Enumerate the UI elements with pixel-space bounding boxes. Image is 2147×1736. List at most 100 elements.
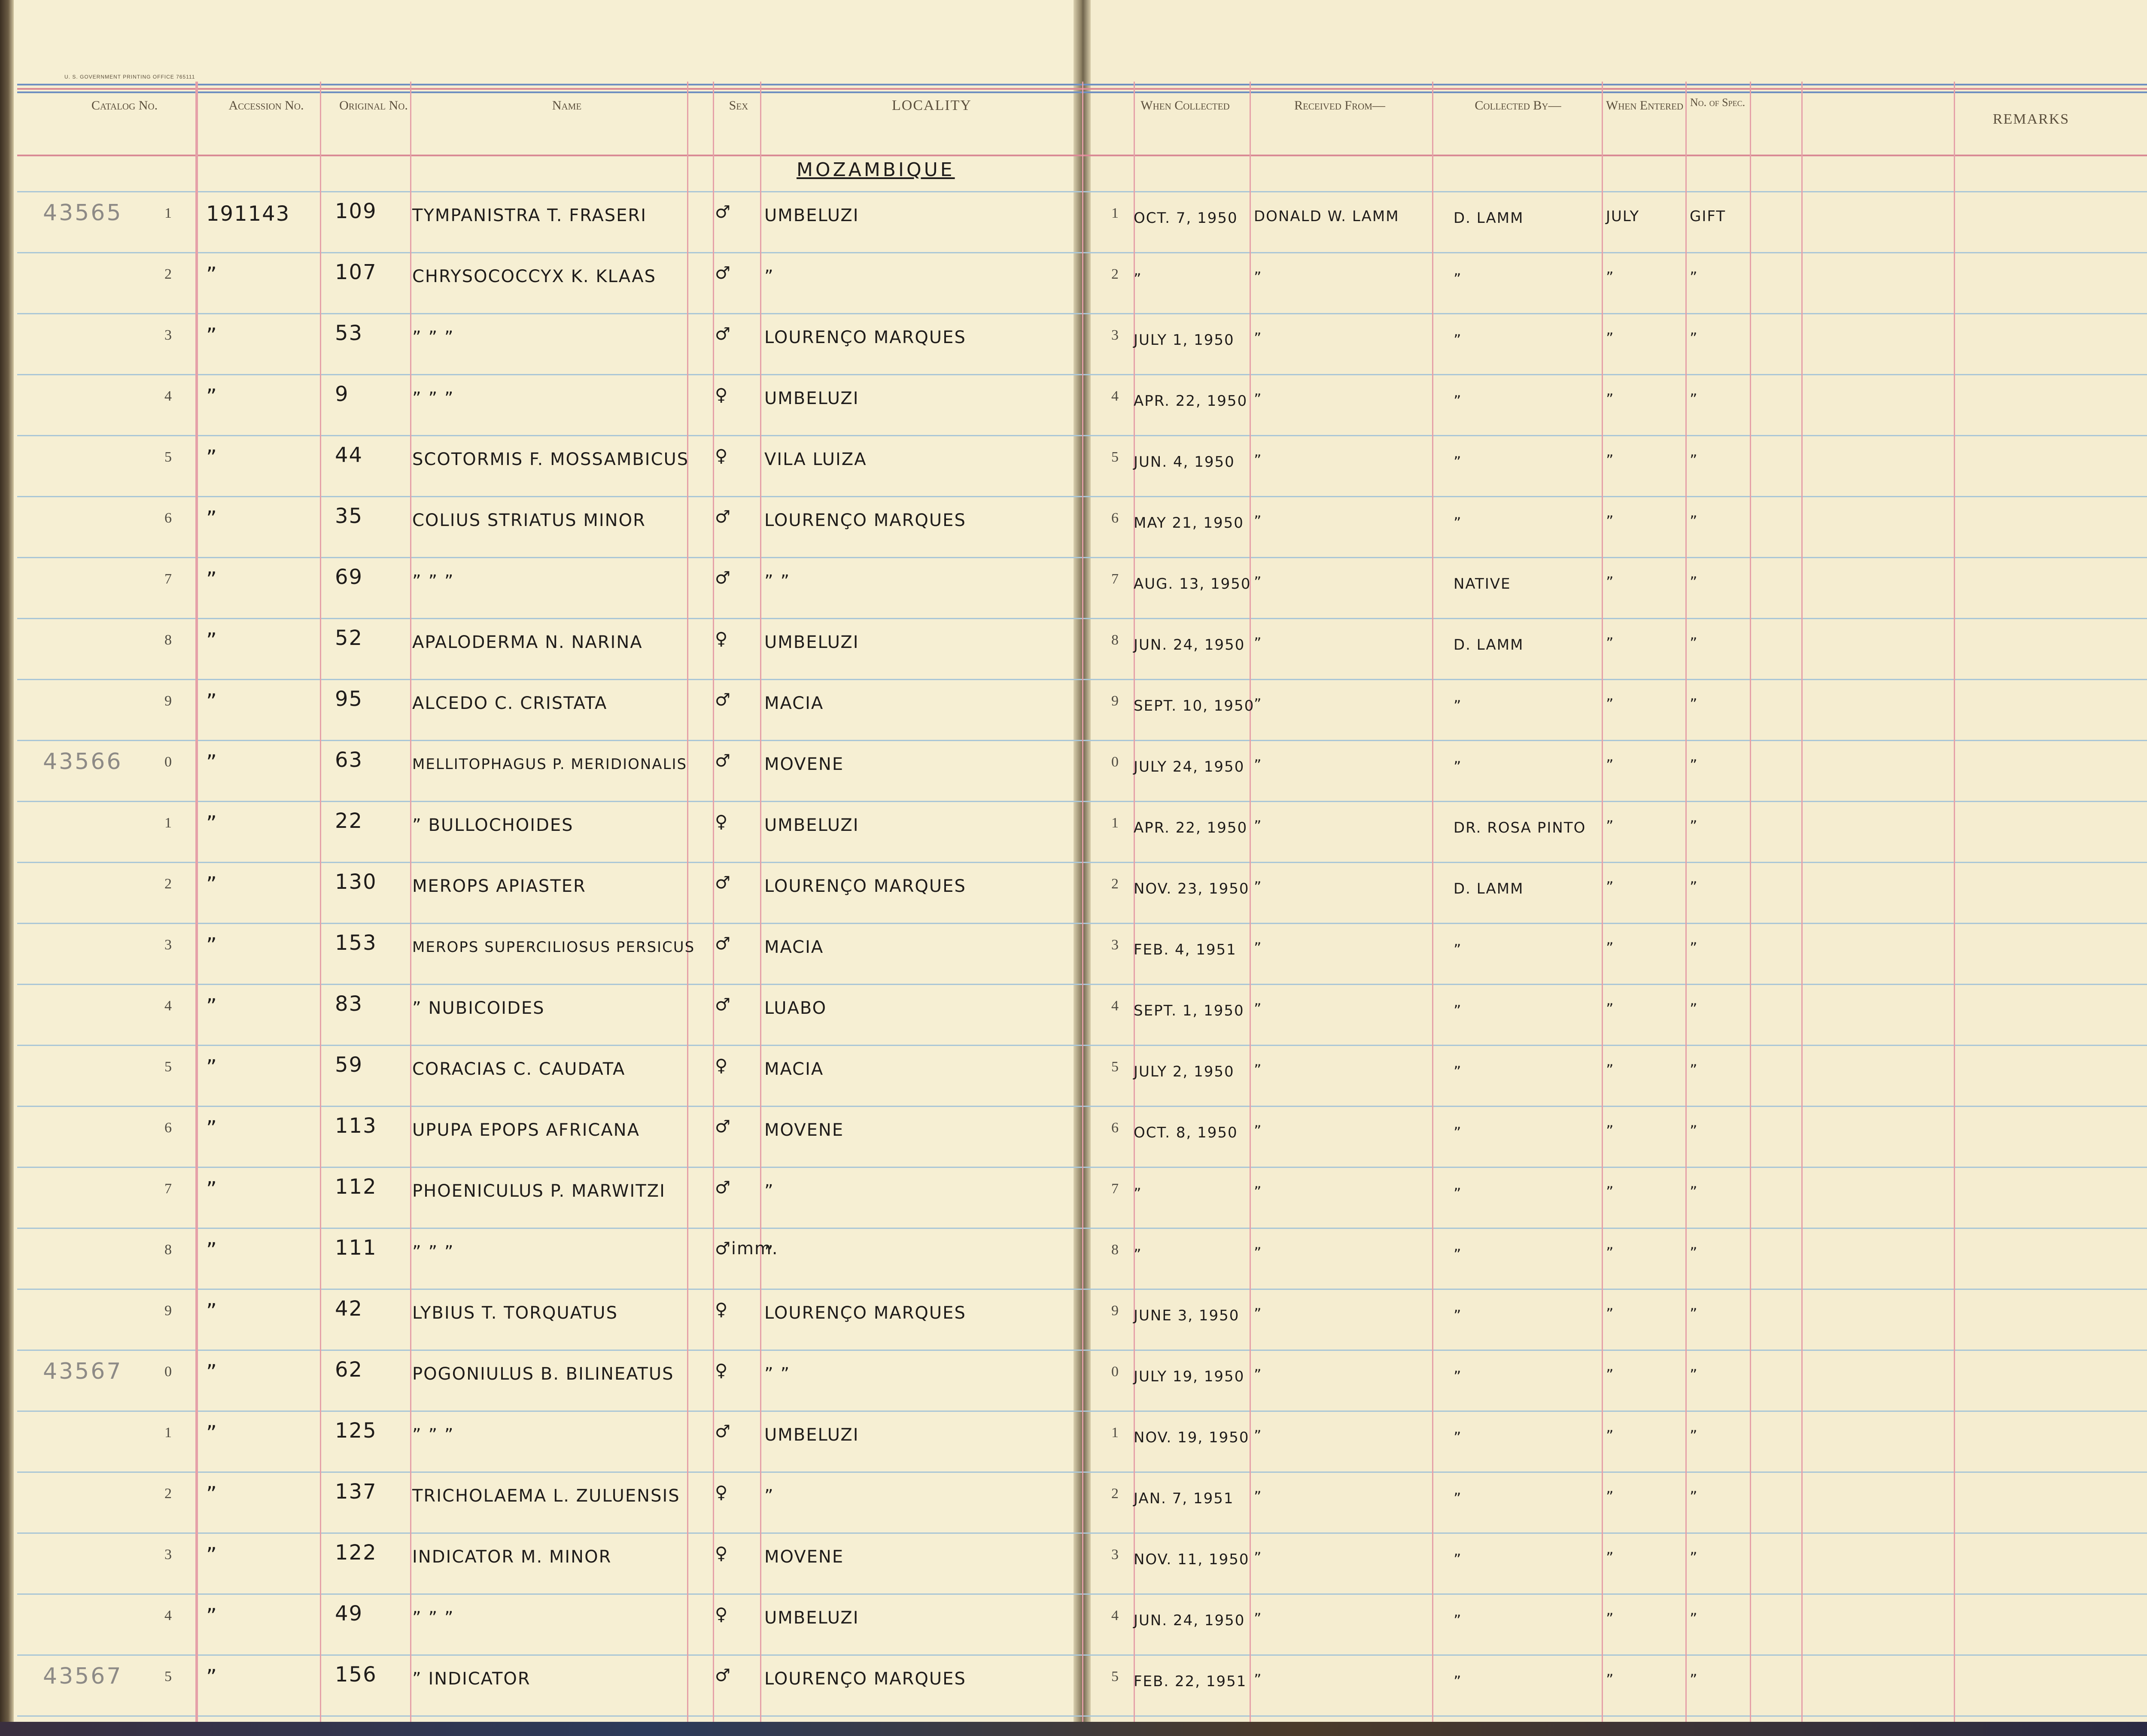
collected-by: ” [1454,1368,1462,1385]
when-entered: ” [1606,1610,1615,1627]
row-number: 4 [164,998,172,1014]
header-name: Name [552,98,582,112]
specimen-name: ALCEDO C. CRISTATA [412,693,608,713]
specimen-name: ” NUBICOIDES [412,998,545,1018]
row-number-right: 9 [1111,1303,1119,1319]
accession-number: ” [206,1482,218,1506]
row-number: 2 [164,266,172,282]
locality: ” ” [764,1364,791,1384]
original-number: 83 [335,992,363,1016]
row-number: 0 [164,1364,172,1380]
specimen-name: TYMPANISTRA T. FRASERI [412,206,647,225]
specimen-name: LYBIUS T. TORQUATUS [412,1303,618,1323]
collected-by: ” [1454,697,1462,714]
locality: ” [764,1486,774,1506]
received-from: ” [1254,330,1262,347]
date-collected: JUN. 24, 1950 [1134,636,1245,654]
accession-number: ” [206,690,218,714]
specimen-name: ” ” ” [412,328,454,347]
locality: UMBELUZI [764,1425,859,1445]
accession-number: ” [206,873,218,897]
accession-number: ” [206,1177,218,1201]
number-of-specimens: ” [1690,1244,1698,1262]
specimen-name: PHOENICULUS P. MARWITZI [412,1181,666,1201]
row-number-right: 5 [1111,449,1119,465]
specimen-name: CORACIAS C. CAUDATA [412,1059,626,1079]
number-of-specimens: ” [1690,696,1698,713]
specimen-name: ” ” ” [412,1242,454,1262]
row-number: 7 [164,1181,172,1197]
original-number: 95 [335,687,363,711]
header-catalog: Catalog No. [91,98,158,112]
date-collected: NOV. 11, 1950 [1134,1551,1250,1568]
row-number-right: 8 [1111,632,1119,648]
sex-symbol: ♀ [715,1056,729,1076]
received-from: ” [1254,696,1262,713]
specimen-name: MEROPS SUPERCILIOSUS PERSICUS [412,939,695,956]
when-entered: ” [1606,818,1615,835]
row-number: 2 [164,1486,172,1502]
column-rule [1432,82,1433,1722]
accession-number: ” [206,629,218,653]
number-of-specimens: ” [1690,1000,1698,1018]
date-collected: NOV. 19, 1950 [1134,1429,1250,1446]
row-number-right: 3 [1111,1547,1119,1563]
row-number: 6 [164,510,172,526]
row-number-right: 0 [1111,754,1119,770]
locality: ” [764,1242,774,1262]
row-number: 9 [164,693,172,709]
row-number: 7 [164,571,172,587]
row-number: 1 [164,1425,172,1441]
row-number-right: 3 [1111,327,1119,343]
specimen-name: SCOTORMIS F. MOSSAMBICUS [412,450,689,469]
number-of-specimens: ” [1690,1061,1698,1079]
when-entered: ” [1606,1244,1615,1262]
row-number-right: 6 [1111,1120,1119,1136]
row-number-right: 1 [1111,815,1119,831]
number-of-specimens: ” [1690,391,1698,408]
locality: ” [764,267,774,286]
locality: LOURENÇO MARQUES [764,1669,966,1689]
received-from: ” [1254,1610,1262,1627]
row-number: 3 [164,937,172,953]
number-of-specimens: ” [1690,574,1698,591]
sex-symbol: ♂ [715,934,731,954]
date-collected: JULY 24, 1950 [1134,758,1245,775]
received-from: ” [1254,757,1262,774]
received-from: ” [1254,1122,1262,1140]
original-number: 62 [335,1358,363,1382]
locality: MOVENE [764,754,844,774]
number-of-specimens: ” [1690,818,1698,835]
when-entered: ” [1606,391,1615,408]
received-from: ” [1254,1366,1262,1383]
date-collected: AUG. 13, 1950 [1134,575,1251,593]
original-number: 49 [335,1602,363,1626]
sex-symbol: ♂ [715,873,731,893]
when-entered: ” [1606,269,1615,286]
original-number: 35 [335,504,363,528]
number-of-specimens: ” [1690,330,1698,347]
header-when-collected: When Collected [1140,98,1230,112]
specimen-name: MEROPS APIASTER [412,876,586,896]
specimen-name: POGONIULUS B. BILINEATUS [412,1364,674,1384]
number-of-specimens: ” [1690,1488,1698,1505]
when-entered: ” [1606,1488,1615,1505]
received-from: ” [1254,1061,1262,1079]
date-collected: OCT. 7, 1950 [1134,210,1238,227]
specimen-name: ” BULLOCHOIDES [412,815,574,835]
column-rule [1134,82,1135,1722]
original-number: 112 [335,1175,377,1199]
header-collected-by: Collected By— [1475,98,1561,112]
sex-symbol: ♂ [715,324,731,344]
specimen-name: CHRYSOCOCCYX K. KLAAS [412,267,656,286]
column-rule [713,82,714,1722]
number-of-specimens: ” [1690,1305,1698,1323]
sex-symbol: ♀ [715,629,729,649]
collected-by: ” [1454,1673,1462,1690]
row-number: 0 [164,754,172,770]
row-number-right: 5 [1111,1059,1119,1075]
number-of-specimens: ” [1690,513,1698,530]
locality: UMBELUZI [764,632,859,652]
locality: MACIA [764,937,824,957]
sex-symbol: ♂ [715,568,731,588]
